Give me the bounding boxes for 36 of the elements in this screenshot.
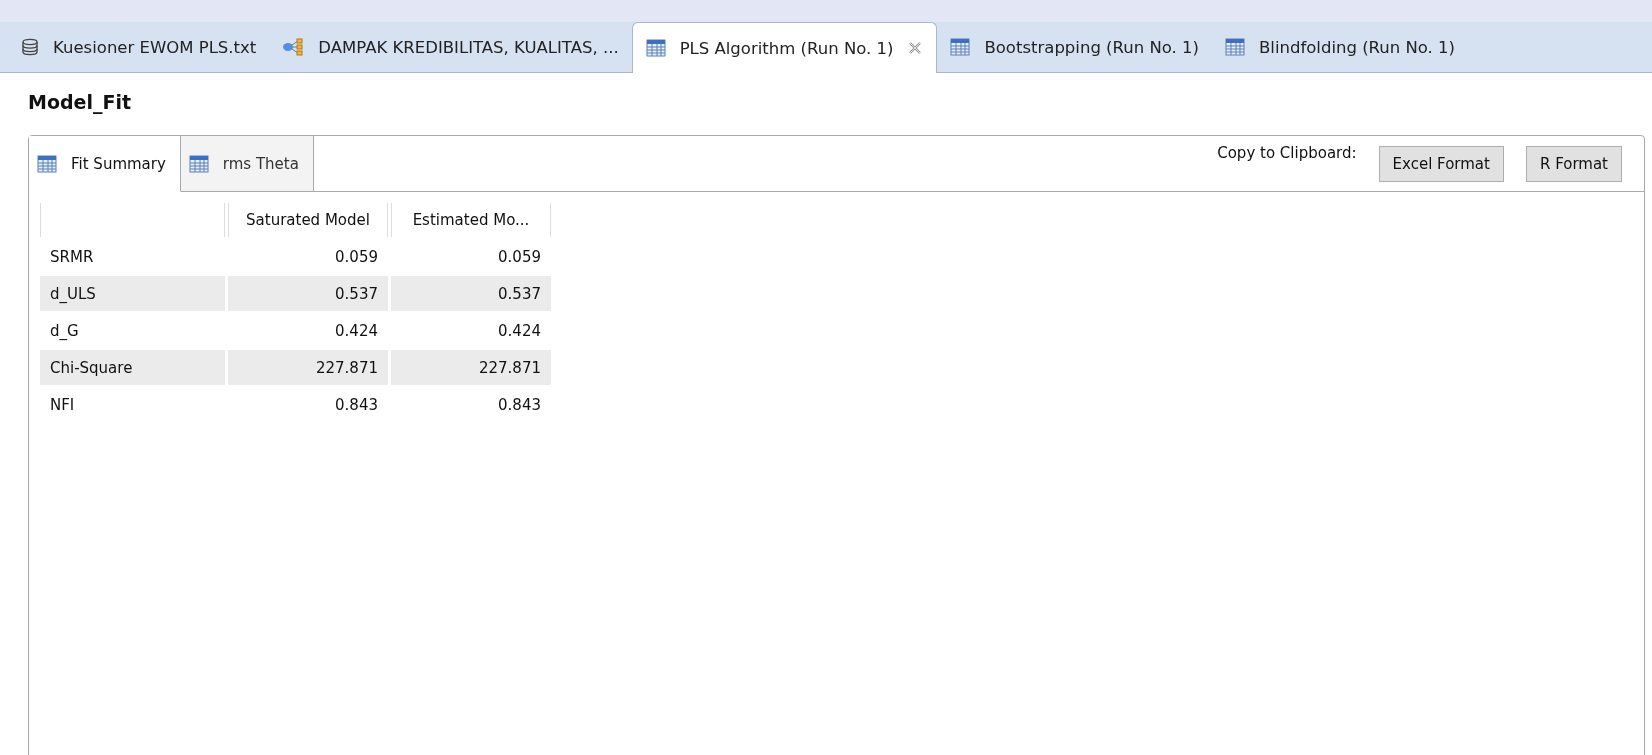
table-cell: 227.871	[228, 350, 388, 385]
row-label: d_ULS	[40, 276, 225, 311]
view-tab[interactable]: rms Theta	[180, 136, 314, 191]
row-label: SRMR	[49, 246, 95, 268]
table-icon	[188, 154, 209, 173]
diagram-icon	[282, 38, 305, 56]
row-label: NFI	[49, 394, 76, 416]
table-cell-text: 0.843	[334, 394, 379, 416]
editor-tab[interactable]: Kuesioner EWOM PLS.txt	[8, 22, 270, 72]
table-cell: 0.537	[228, 276, 388, 311]
column-header: Saturated Model	[228, 203, 388, 237]
table-icon	[645, 39, 666, 57]
editor-tab[interactable]: DAMPAK KREDIBILITAS, KUALITAS, ...	[269, 22, 632, 72]
row-label: Chi-Square	[40, 350, 225, 385]
page-title: Model_Fit	[28, 91, 133, 116]
table-cell-text: 0.059	[334, 246, 379, 268]
view-tab[interactable]: Fit Summary	[29, 136, 181, 192]
table-cell: 0.537	[391, 276, 551, 311]
format-button[interactable]: Excel Format	[1378, 145, 1504, 182]
row-label: d_G	[49, 320, 80, 342]
copy-label: Copy to Clipboard:	[1217, 144, 1357, 162]
table-icon	[950, 38, 971, 56]
format-button[interactable]: R Format	[1525, 145, 1622, 182]
column-header: Estimated Mo...	[391, 203, 551, 237]
table-cell-text: 0.843	[497, 394, 542, 416]
table-cell-text: 0.424	[497, 320, 542, 342]
table-cell-text: 0.059	[497, 246, 542, 268]
editor-tab[interactable]: Bootstrapping (Run No. 1)	[937, 22, 1212, 72]
editor-tab[interactable]: PLS Algorithm (Run No. 1)	[631, 22, 938, 73]
editor-tab[interactable]: Blindfolding (Run No. 1)	[1212, 22, 1469, 72]
table-icon	[37, 154, 57, 173]
table-icon	[1225, 38, 1245, 56]
table-cell-text: 0.424	[334, 320, 379, 342]
close-icon[interactable]	[907, 40, 924, 56]
table-cell: 227.871	[391, 350, 551, 385]
database-icon	[21, 38, 39, 56]
